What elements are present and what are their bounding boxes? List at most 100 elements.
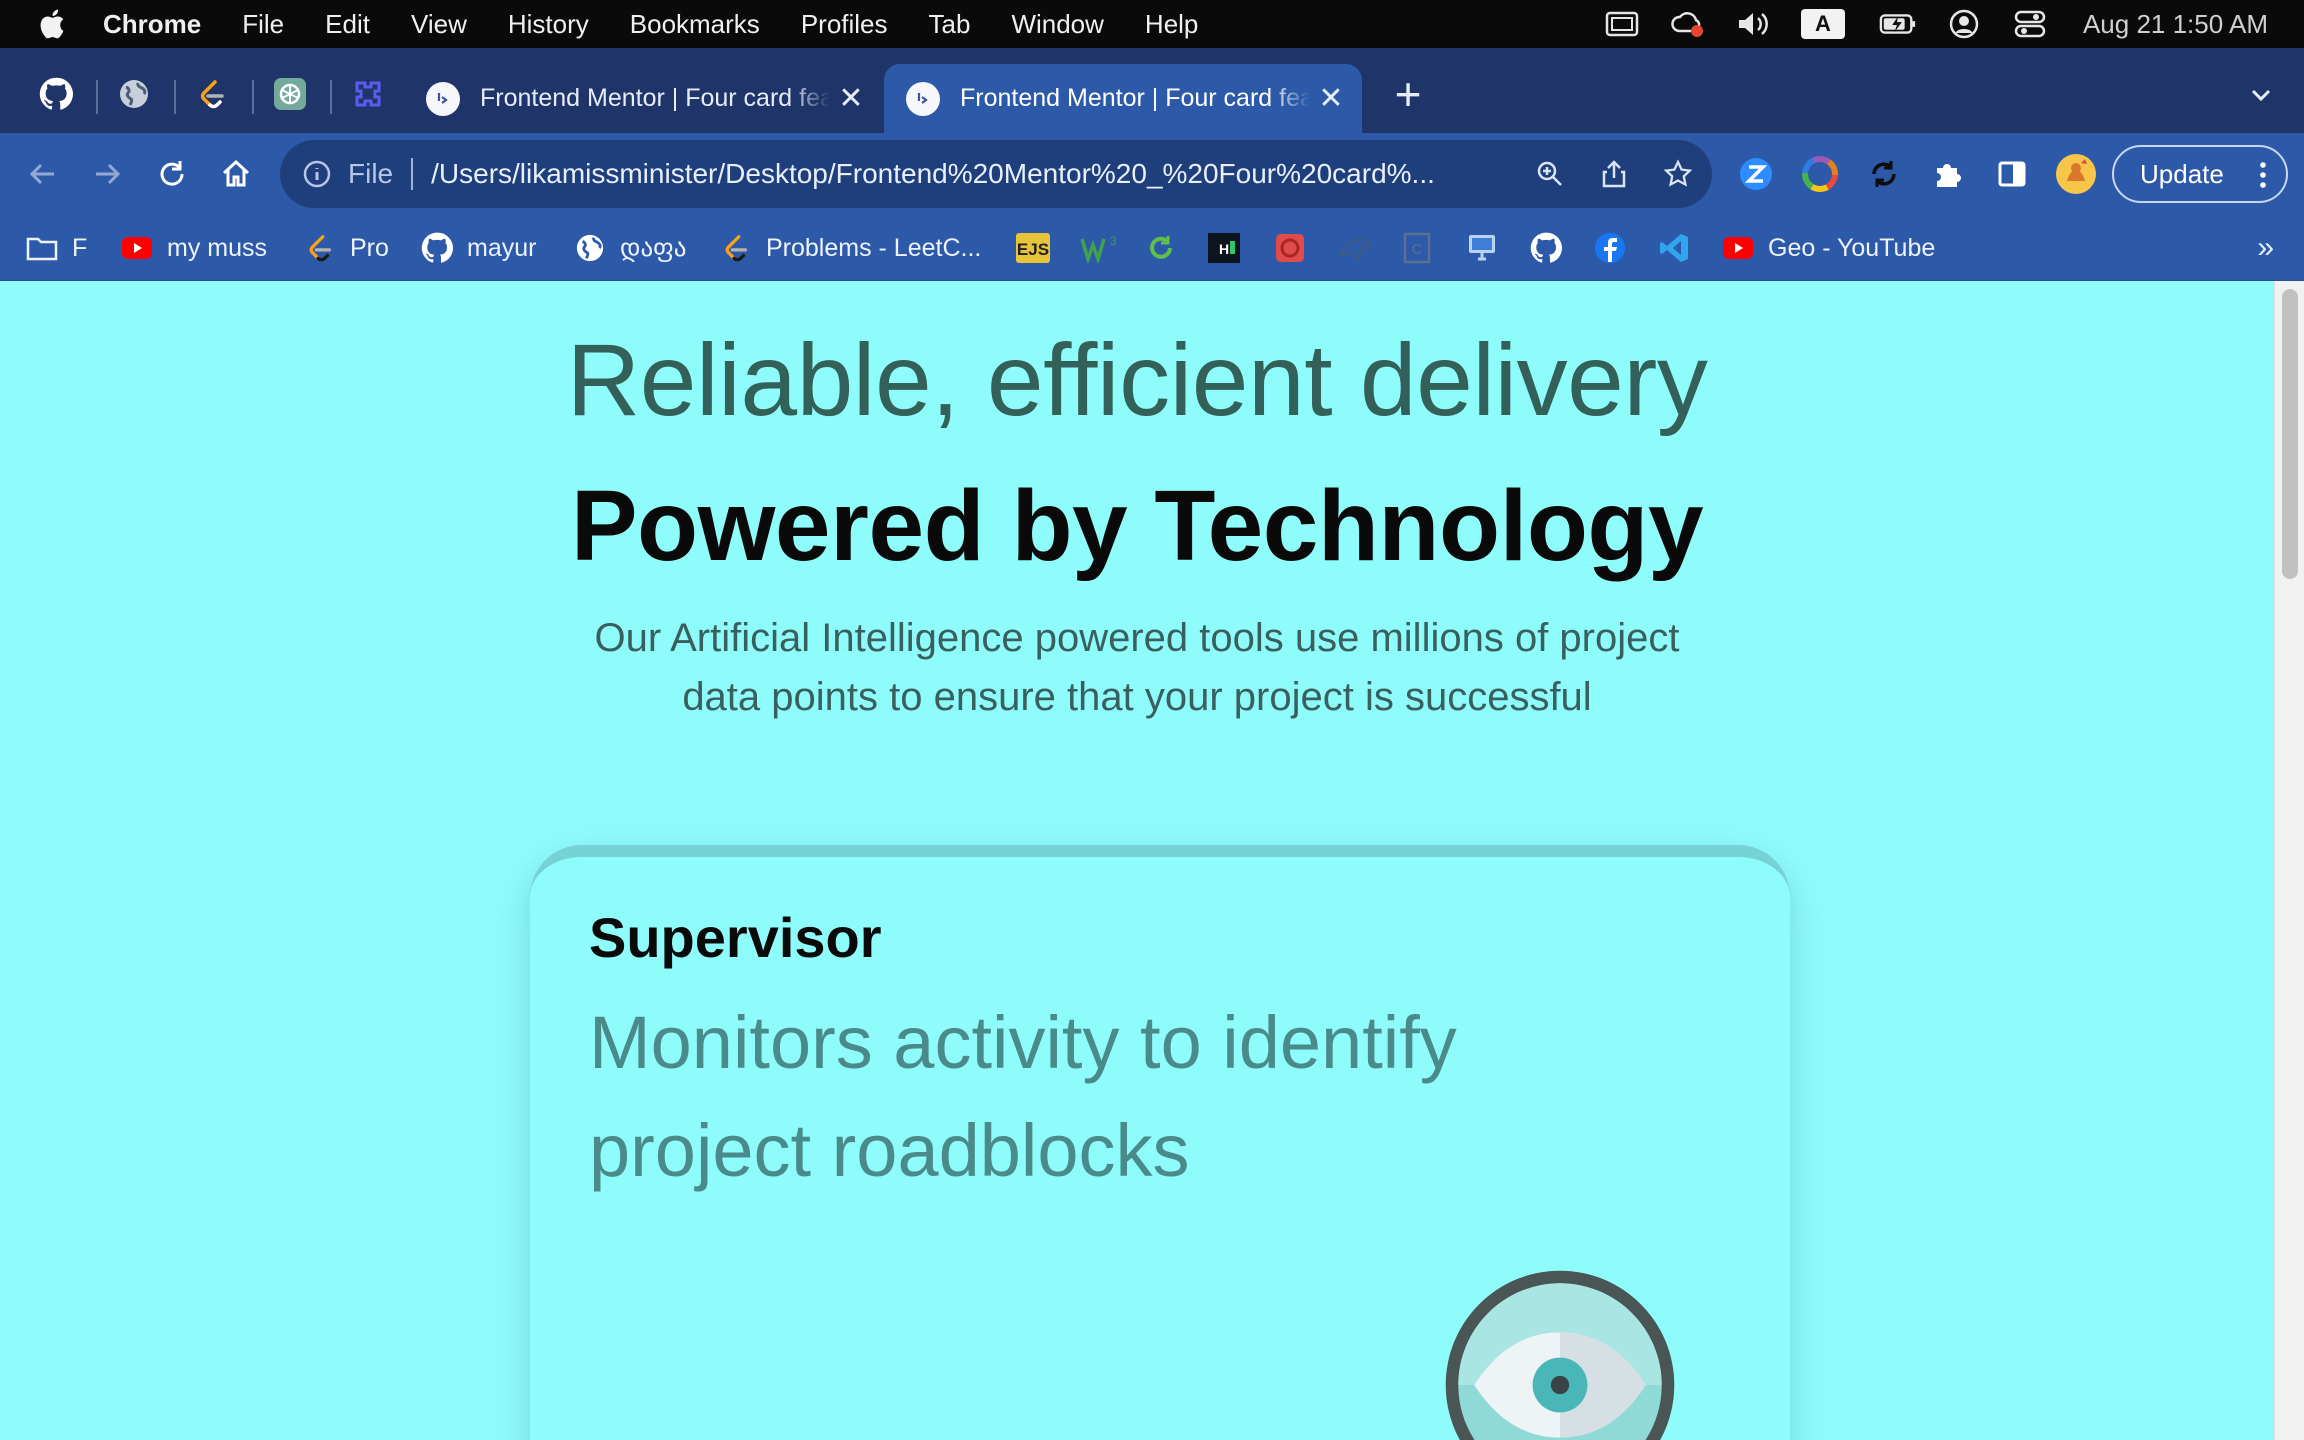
bookmark-codechef[interactable]	[1146, 229, 1176, 267]
home-button[interactable]	[215, 153, 257, 195]
tab-frontend-mentor-1[interactable]: Frontend Mentor | Four card feature sect…	[404, 64, 882, 133]
bookmarks-overflow-button[interactable]: »	[2257, 231, 2274, 265]
menu-app-chrome[interactable]: Chrome	[103, 9, 201, 40]
forward-button[interactable]	[86, 153, 128, 195]
menu-bookmarks[interactable]: Bookmarks	[630, 9, 760, 40]
tab-strip: Frontend Mentor | Four card feature sect…	[0, 48, 2304, 133]
bookmark-geo-youtube[interactable]: Geo - YouTube	[1722, 229, 1935, 267]
menu-help[interactable]: Help	[1145, 9, 1198, 40]
bookmark-mayur[interactable]: mayur	[421, 229, 536, 267]
bookmark-label: Pro	[350, 233, 389, 262]
extensions-button[interactable]	[1926, 152, 1970, 196]
hero-description: Our Artificial Intelligence powered tool…	[594, 616, 1680, 719]
bookmark-folder-f[interactable]: F	[26, 229, 87, 267]
tab-search-chevron-icon[interactable]	[2246, 80, 2276, 110]
user-account-icon[interactable]	[1945, 8, 1983, 40]
zoom-button[interactable]	[1528, 152, 1572, 196]
pinned-tab-github[interactable]	[32, 70, 80, 118]
github-icon	[39, 77, 73, 110]
menu-history[interactable]: History	[508, 9, 589, 40]
menu-tab[interactable]: Tab	[929, 9, 971, 40]
back-button[interactable]	[22, 153, 64, 195]
battery-icon[interactable]	[1879, 8, 1917, 40]
youtube-icon	[121, 232, 153, 264]
red-app-icon	[1276, 234, 1304, 262]
star-icon	[1663, 159, 1693, 187]
pinned-tab-separator	[174, 80, 176, 114]
zoom-extension-button[interactable]	[1734, 152, 1778, 196]
bookmark-monitor-app[interactable]	[1466, 229, 1498, 267]
avatar-icon	[2056, 154, 2096, 194]
svg-text:3: 3	[1110, 234, 1116, 248]
globe-icon	[574, 232, 606, 264]
reload-button[interactable]	[151, 153, 193, 195]
bookmark-w3schools[interactable]: 3	[1080, 229, 1116, 267]
creative-cloud-icon[interactable]	[1669, 8, 1707, 40]
chatgpt-icon	[274, 78, 306, 110]
display-mirror-icon[interactable]	[1603, 8, 1641, 40]
zoom-icon	[1537, 161, 1562, 186]
bookmark-red-app[interactable]	[1274, 229, 1306, 267]
globe-icon	[120, 80, 148, 108]
pinned-tab-separator	[330, 80, 332, 114]
bookmark-my-muss[interactable]: my muss	[121, 229, 267, 267]
pinned-tab-leetcode[interactable]	[188, 70, 236, 118]
bookmark-ejs[interactable]: EJS	[1016, 229, 1050, 267]
dolphin-icon	[1338, 238, 1371, 262]
svg-text:H: H	[1219, 241, 1229, 257]
bookmark-mysql[interactable]	[1338, 229, 1372, 267]
more-vertical-icon[interactable]	[2260, 161, 2266, 189]
scrollbar-thumb[interactable]	[2282, 289, 2298, 579]
bookmark-pro[interactable]: Pro	[304, 229, 389, 267]
info-icon[interactable]	[302, 159, 332, 189]
bookmark-hackerrank[interactable]: H	[1208, 229, 1240, 267]
update-label: Update	[2140, 158, 2224, 189]
zoom-z-icon	[1740, 158, 1772, 190]
pinned-tab-globe[interactable]	[110, 70, 158, 118]
menubar-clock[interactable]: Aug 21 1:50 AM	[2083, 9, 2268, 40]
update-chrome-button[interactable]: Update	[2112, 145, 2288, 203]
bookmark-facebook[interactable]	[1594, 229, 1626, 267]
youtube-icon	[1722, 232, 1754, 264]
menu-edit[interactable]: Edit	[325, 9, 370, 40]
address-bar[interactable]: File /Users/likamissminister/Desktop/Fro…	[280, 140, 1712, 208]
tab-close-button[interactable]: ✕	[836, 82, 866, 115]
bookmark-leetcode-problems[interactable]: Problems - LeetC...	[720, 229, 981, 267]
pinned-tab-separator	[252, 80, 254, 114]
side-panel-button[interactable]	[1990, 152, 2034, 196]
control-center-icon[interactable]	[2011, 8, 2049, 40]
profile-avatar-button[interactable]	[2054, 152, 2098, 196]
menu-window[interactable]: Window	[1011, 9, 1103, 40]
pinned-tab-extension[interactable]	[344, 70, 392, 118]
bookmark-c-lang[interactable]: C	[1402, 229, 1432, 267]
bookmark-github[interactable]	[1530, 229, 1562, 267]
apple-logo-icon[interactable]	[37, 7, 71, 41]
share-button[interactable]	[1592, 152, 1636, 196]
tab-frontend-mentor-2[interactable]: Frontend Mentor | Four card feature sect…	[884, 64, 1362, 133]
bookmark-label: დაფა	[620, 234, 687, 262]
refresh-green-icon	[1150, 236, 1172, 259]
bookmark-star-button[interactable]	[1656, 152, 1700, 196]
browser-toolbar: File /Users/likamissminister/Desktop/Fro…	[0, 133, 2304, 215]
url-text[interactable]: /Users/likamissminister/Desktop/Frontend…	[431, 158, 1511, 190]
menu-view[interactable]: View	[411, 9, 467, 40]
menu-file[interactable]: File	[242, 9, 284, 40]
bookmark-dapa[interactable]: დაფა	[574, 229, 686, 267]
volume-icon[interactable]	[1735, 8, 1773, 40]
eye-icon	[1445, 1270, 1675, 1440]
pinned-tab-chatgpt[interactable]	[266, 70, 314, 118]
tab-close-button[interactable]: ✕	[1316, 82, 1346, 115]
omnibox-actions	[1508, 140, 1700, 208]
new-tab-button[interactable]: +	[1388, 71, 1428, 117]
arrow-left-icon	[29, 163, 54, 185]
sync-extension-button[interactable]	[1862, 152, 1906, 196]
hero-heading-bold: Powered by Technology	[570, 470, 1704, 582]
frontend-mentor-favicon-icon	[906, 81, 940, 116]
vertical-scrollbar[interactable]	[2274, 281, 2304, 1440]
menu-profiles[interactable]: Profiles	[801, 9, 888, 40]
bookmark-vscode[interactable]	[1658, 229, 1690, 267]
color-picker-extension-button[interactable]	[1798, 152, 1842, 196]
leetcode-icon	[720, 232, 752, 264]
home-icon	[222, 159, 250, 187]
input-source-badge[interactable]: A	[1800, 9, 1845, 39]
